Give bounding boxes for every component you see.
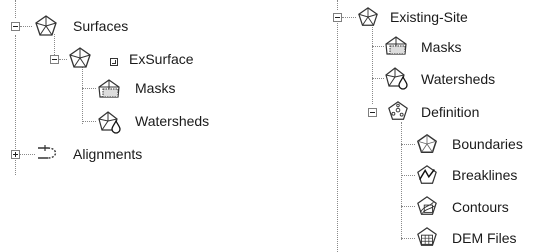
tree-connector <box>20 154 35 155</box>
expand-toggle[interactable] <box>11 150 20 159</box>
contours-icon <box>416 195 438 217</box>
tree-item-breaklines-label[interactable]: Breaklines <box>452 167 517 183</box>
tree-view: Surfaces ExSurface Masks Watersheds Alig… <box>0 0 538 252</box>
tree-item-contours-label[interactable]: Contours <box>452 199 509 215</box>
tree-connector <box>82 66 83 124</box>
collapse-toggle[interactable] <box>368 108 377 117</box>
tree-connector <box>59 59 67 60</box>
watersheds-icon <box>97 110 123 134</box>
tree-connector <box>15 0 16 18</box>
tree-connector <box>372 78 384 79</box>
dem-files-icon <box>416 226 438 248</box>
masks-icon <box>97 79 121 99</box>
tree-item-surfaces-label[interactable]: Surfaces <box>73 18 128 34</box>
boundaries-icon <box>416 133 438 155</box>
tree-connector <box>337 23 338 252</box>
tree-connector <box>401 238 415 239</box>
tree-item-boundaries-label[interactable]: Boundaries <box>452 136 523 152</box>
masks-icon <box>384 36 408 56</box>
surface-icon <box>357 6 379 28</box>
tree-item-masks-label[interactable]: Masks <box>135 80 175 96</box>
surfaces-icon <box>34 14 58 38</box>
tree-item-existing-site-label[interactable]: Existing-Site <box>390 9 468 25</box>
watersheds-icon <box>384 66 410 90</box>
collapse-toggle[interactable] <box>333 13 342 22</box>
tree-item-masks-label[interactable]: Masks <box>421 39 461 55</box>
tree-item-definition-label[interactable]: Definition <box>421 104 479 120</box>
definition-icon <box>387 100 409 122</box>
tree-connector <box>401 206 415 207</box>
tree-connector <box>82 121 96 122</box>
tree-item-dem-files-label[interactable]: DEM Files <box>452 230 517 246</box>
style-icon <box>110 58 118 66</box>
tree-connector <box>401 144 415 145</box>
tree-connector <box>82 88 96 89</box>
tree-item-watersheds-label[interactable]: Watersheds <box>421 71 495 87</box>
tree-item-alignments-label[interactable]: Alignments <box>73 146 142 162</box>
tree-connector <box>372 27 373 104</box>
tree-connector <box>20 26 32 27</box>
collapse-toggle[interactable] <box>50 55 59 64</box>
alignments-icon <box>36 144 64 162</box>
tree-connector <box>372 46 384 47</box>
tree-connector <box>337 0 338 10</box>
tree-connector <box>401 122 402 240</box>
tree-connector <box>342 17 356 18</box>
tree-item-exsurface-label[interactable]: ExSurface <box>129 51 194 67</box>
collapse-toggle[interactable] <box>11 22 20 31</box>
breaklines-icon <box>416 164 438 186</box>
surface-icon <box>68 46 92 70</box>
tree-item-watersheds-label[interactable]: Watersheds <box>135 113 209 129</box>
tree-connector <box>401 175 415 176</box>
